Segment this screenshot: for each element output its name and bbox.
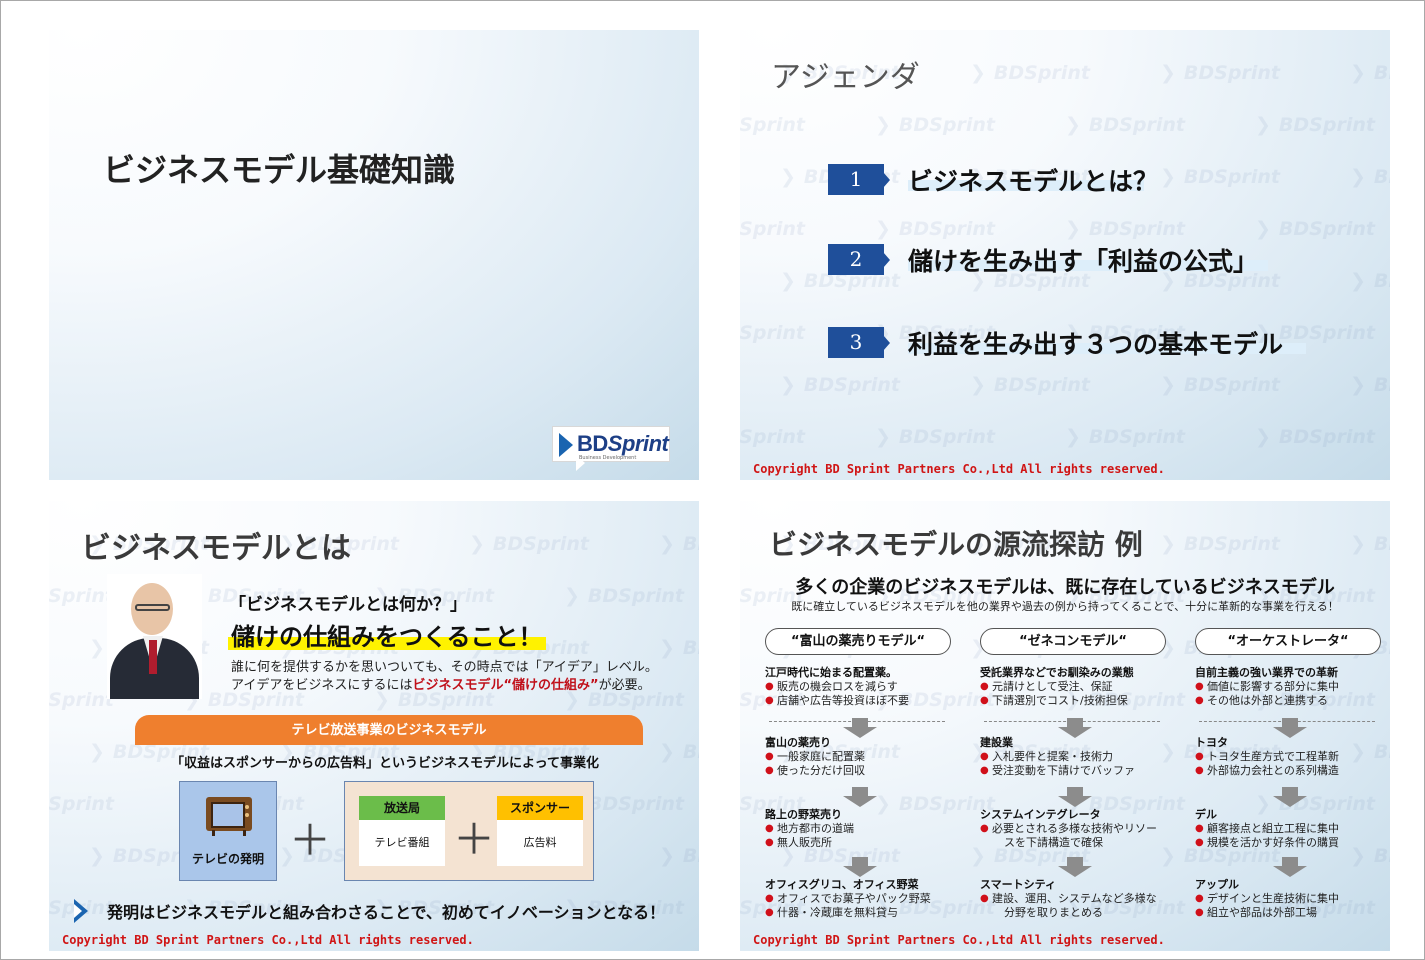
business-model-summary: 「収益はスポンサーからの広告料」というビジネスモデルによって事業化 xyxy=(171,756,599,771)
model-column: “富山の薬売りモデル“ 江戸時代に始まる配置薬。販売の機会ロスを減らす店舗や広告等… xyxy=(765,628,965,948)
example-block: オフィスグリコ、オフィス野菜オフィスでお菓子やパック野菜什器・冷蔵庫を無料貸与 xyxy=(765,878,965,920)
example-block: 路上の野菜売り地方都市の道端無人販売所 xyxy=(765,808,965,850)
down-arrow-icon xyxy=(1273,787,1307,807)
down-arrow-icon xyxy=(1273,718,1307,738)
down-arrow-icon xyxy=(1058,857,1092,877)
slide-1-thumbnail[interactable]: ビジネスモデル基礎知識 BDSprint Business Developmen… xyxy=(49,30,699,480)
slide-4-thumbnail[interactable]: BDSprintBDSprintBDSprintBDSprintBDSprint… xyxy=(740,501,1390,951)
example-block: 富山の薬売り一般家庭に配置薬使った分だけ回収 xyxy=(765,736,965,778)
tv-invention-box: テレビの発明 xyxy=(179,781,277,881)
presenter-photo xyxy=(107,574,202,699)
example-block: 建設業入札要件と提案・技術力受注変動を下請けでバッファ xyxy=(980,736,1180,778)
down-arrow-icon xyxy=(843,718,877,738)
slide-3-thumbnail[interactable]: BDSprintBDSprintBDSprintBDSprintBDSprint… xyxy=(49,501,699,951)
model-header: “オーケストレータ“ xyxy=(1195,628,1381,655)
copyright-text: Copyright BD Sprint Partners Co.,Ltd All… xyxy=(62,933,474,947)
example-block: トヨタトヨタ生産方式で工程革新外部協力会社との系列構造 xyxy=(1195,736,1390,778)
model-header: “ゼネコンモデル“ xyxy=(980,628,1166,655)
slide-2-thumbnail[interactable]: BDSprintBDSprintBDSprintBDSprintBDSprint… xyxy=(740,30,1390,480)
example-block: デル顧客接点と組立工程に集中規模を活かす好条件の購買 xyxy=(1195,808,1390,850)
broadcaster-card: 放送局 テレビ番組 xyxy=(359,796,445,866)
tv-label: テレビの発明 xyxy=(191,852,264,866)
business-model-box: 放送局 テレビ番組 ＋ スポンサー 広告料 xyxy=(344,781,594,881)
agenda-text: 儲けを生み出す「利益の公式」 xyxy=(908,247,1259,276)
model-intro: 自前主義の強い業界での革新価値に影響する部分に集中その他は外部と連携する xyxy=(1195,666,1390,708)
section-banner: テレビ放送事業のビジネスモデル xyxy=(135,715,643,745)
model-column: “オーケストレータ“ 自前主義の強い業界での革新価値に影響する部分に集中その他は外… xyxy=(1195,628,1390,948)
example-block: アップルデザインと生産技術に集中組立や部品は外部工場 xyxy=(1195,878,1390,920)
model-header: “富山の薬売りモデル“ xyxy=(765,628,951,655)
down-arrow-icon xyxy=(843,857,877,877)
slide-subtitle: 多くの企業のビジネスモデルは、既に存在しているビジネスモデル xyxy=(795,577,1335,598)
agenda-number-badge: 1 xyxy=(828,164,890,195)
down-arrow-icon xyxy=(843,787,877,807)
copyright-text: Copyright BD Sprint Partners Co.,Ltd All… xyxy=(753,462,1165,476)
slide-title: ビジネスモデル基礎知識 xyxy=(103,151,456,189)
slide-caption: 既に確立しているビジネスモデルを他の業界や過去の例から持ってくることで、十分に革… xyxy=(791,600,1339,613)
answer-text: 儲けの仕組みをつくること！ xyxy=(231,623,543,651)
conclusion-text: 発明はビジネスモデルと組み合わさることで、初めてイノベーションとなる！ xyxy=(107,903,666,922)
agenda-number-badge: 3 xyxy=(828,327,890,358)
bdsprint-logo: BDSprint Business Development xyxy=(552,426,670,471)
sponsor-card: スポンサー 広告料 xyxy=(497,796,583,866)
logo-text: BDSprint xyxy=(577,431,669,456)
plus-icon: ＋ xyxy=(453,815,496,864)
logo-arrow-icon xyxy=(559,433,585,471)
slide-title: アジェンダ xyxy=(771,60,920,95)
agenda-text: 利益を生み出す３つの基本モデル xyxy=(908,330,1284,359)
agenda-number-badge: 2 xyxy=(828,244,890,275)
television-icon xyxy=(206,797,252,831)
agenda-text: ビジネスモデルとは？ xyxy=(908,167,1159,196)
slide-title: ビジネスモデルとは xyxy=(81,531,351,566)
model-intro: 江戸時代に始まる配置薬。販売の機会ロスを減らす店舗や広告等投資ほぼ不要 xyxy=(765,666,965,708)
down-arrow-icon xyxy=(1273,857,1307,877)
model-column: “ゼネコンモデル“ 受託業界などでお馴染みの業態元請けとして受注、保証下請選別でコ… xyxy=(980,628,1180,948)
down-arrow-icon xyxy=(1058,787,1092,807)
slide-title: ビジネスモデルの源流探訪 例 xyxy=(769,528,1143,561)
down-arrow-icon xyxy=(1058,718,1092,738)
plus-icon: ＋ xyxy=(289,816,332,865)
logo-subtitle: Business Development xyxy=(579,455,637,461)
model-intro: 受託業界などでお馴染みの業態元請けとして受注、保証下請選別でコスト/技術担保 xyxy=(980,666,1180,708)
example-block: システムインテグレータ必要とされる多様な技術やリソースを下請構造で確保 xyxy=(980,808,1180,850)
copyright-text: Copyright BD Sprint Partners Co.,Ltd All… xyxy=(753,933,1165,947)
chevron-right-icon xyxy=(74,899,94,923)
question-text: 「ビジネスモデルとは何か？」 xyxy=(229,595,467,615)
example-block: スマートシティ建設、運用、システムなど多様な分野を取りまとめる xyxy=(980,878,1180,920)
description: 誰に何を提供するかを思いついても、その時点では「アイデア」レベル。 アイデアをビ… xyxy=(231,660,658,693)
